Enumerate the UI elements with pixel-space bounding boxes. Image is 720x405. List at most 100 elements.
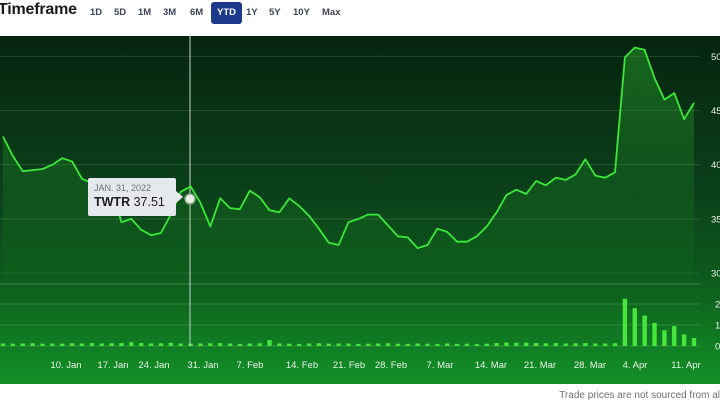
volume-bar (148, 343, 154, 346)
volume-bar (681, 334, 687, 346)
price-point (208, 225, 212, 229)
volume-bar (533, 343, 539, 346)
price-point (485, 225, 489, 229)
price-point (50, 163, 54, 167)
volume-bar (514, 342, 519, 346)
volume-bar (385, 343, 391, 346)
volume-bar (425, 343, 430, 346)
volume-bar (356, 343, 361, 346)
price-point (129, 217, 133, 221)
volume-bar (178, 343, 183, 346)
volume-bar (296, 343, 302, 346)
price-point (653, 76, 657, 80)
volume-bar (20, 343, 25, 346)
volume-bar (277, 343, 282, 346)
x-tick-label: 10. Jan (50, 360, 81, 371)
price-tooltip: JAN. 31, 2022 TWTR 37.51 (88, 178, 176, 216)
price-point (258, 195, 262, 199)
price-point (337, 243, 341, 247)
price-point (149, 233, 153, 237)
volume-bar (50, 343, 55, 346)
footer-note: Trade prices are not sourced from al (559, 390, 720, 401)
volume-bar (109, 343, 114, 346)
volume-bar (415, 343, 420, 346)
volume-bar (523, 342, 529, 346)
price-point (544, 183, 548, 187)
volume-bar (168, 342, 174, 346)
price-point (524, 192, 528, 196)
volume-bar (563, 343, 568, 346)
x-tick-label: 7. Mar (427, 360, 454, 371)
price-point (277, 210, 281, 214)
price-point (238, 207, 242, 211)
volume-bar (287, 343, 292, 346)
price-point (495, 210, 499, 214)
price-point (287, 196, 291, 200)
price-point (682, 117, 686, 121)
volume-bar (198, 343, 203, 346)
volume-bar (247, 343, 252, 346)
price-point (218, 196, 222, 200)
price-tick-label: 30 (711, 269, 720, 280)
price-point (248, 189, 252, 193)
price-tick-label: 45 (711, 106, 720, 117)
price-point (139, 228, 143, 232)
price-point (396, 234, 400, 238)
price-point (386, 223, 390, 227)
volume-bar (40, 343, 45, 346)
price-point (376, 213, 380, 217)
volume-bar (89, 343, 95, 346)
volume-bar (612, 343, 618, 346)
volume-bar (583, 343, 588, 346)
price-point (21, 169, 25, 173)
x-tick-label: 7. Feb (237, 360, 264, 371)
price-point (564, 178, 568, 182)
price-point (504, 193, 508, 197)
volume-bar (494, 343, 499, 346)
volume-bar (69, 343, 75, 346)
volume-bar (0, 343, 6, 346)
price-point (623, 55, 627, 59)
volume-bar (632, 308, 637, 346)
price-point (633, 46, 637, 50)
price-point (70, 159, 74, 163)
price-point (1, 135, 5, 139)
x-tick-label: 28. Feb (375, 360, 407, 371)
price-point (60, 156, 64, 160)
tooltip-price: 37.51 (133, 195, 165, 209)
x-tick-label: 21. Mar (524, 360, 556, 371)
x-tick-label: 31. Jan (187, 360, 218, 371)
volume-bar (662, 330, 667, 346)
volume-bar (642, 315, 647, 346)
price-point (356, 217, 360, 221)
price-point (366, 213, 370, 217)
x-tick-label: 14. Feb (286, 360, 318, 371)
tooltip-arrow (176, 191, 183, 203)
volume-bar (405, 343, 410, 346)
x-tick-label: 17. Jan (97, 360, 128, 371)
volume-bar (573, 343, 578, 346)
price-point (583, 157, 587, 161)
volume-bar (435, 343, 440, 346)
price-point (514, 188, 518, 192)
price-point (643, 48, 647, 52)
volume-bar (464, 343, 470, 346)
tooltip-symbol: TWTR (94, 195, 131, 209)
price-point (159, 231, 163, 235)
price-point (119, 220, 123, 224)
price-point (317, 227, 321, 231)
price-point (554, 176, 558, 180)
price-point (692, 101, 696, 105)
volume-bar (306, 343, 312, 346)
volume-bar (227, 343, 233, 346)
price-point (574, 172, 578, 176)
volume-bar (454, 343, 460, 346)
price-point (445, 230, 449, 234)
volume-bar (622, 298, 628, 346)
tooltip-value: TWTR 37.51 (94, 195, 170, 209)
price-point (189, 184, 193, 188)
price-point (416, 246, 420, 250)
volume-bar (119, 343, 124, 346)
price-point (228, 206, 232, 210)
price-point (613, 170, 617, 174)
